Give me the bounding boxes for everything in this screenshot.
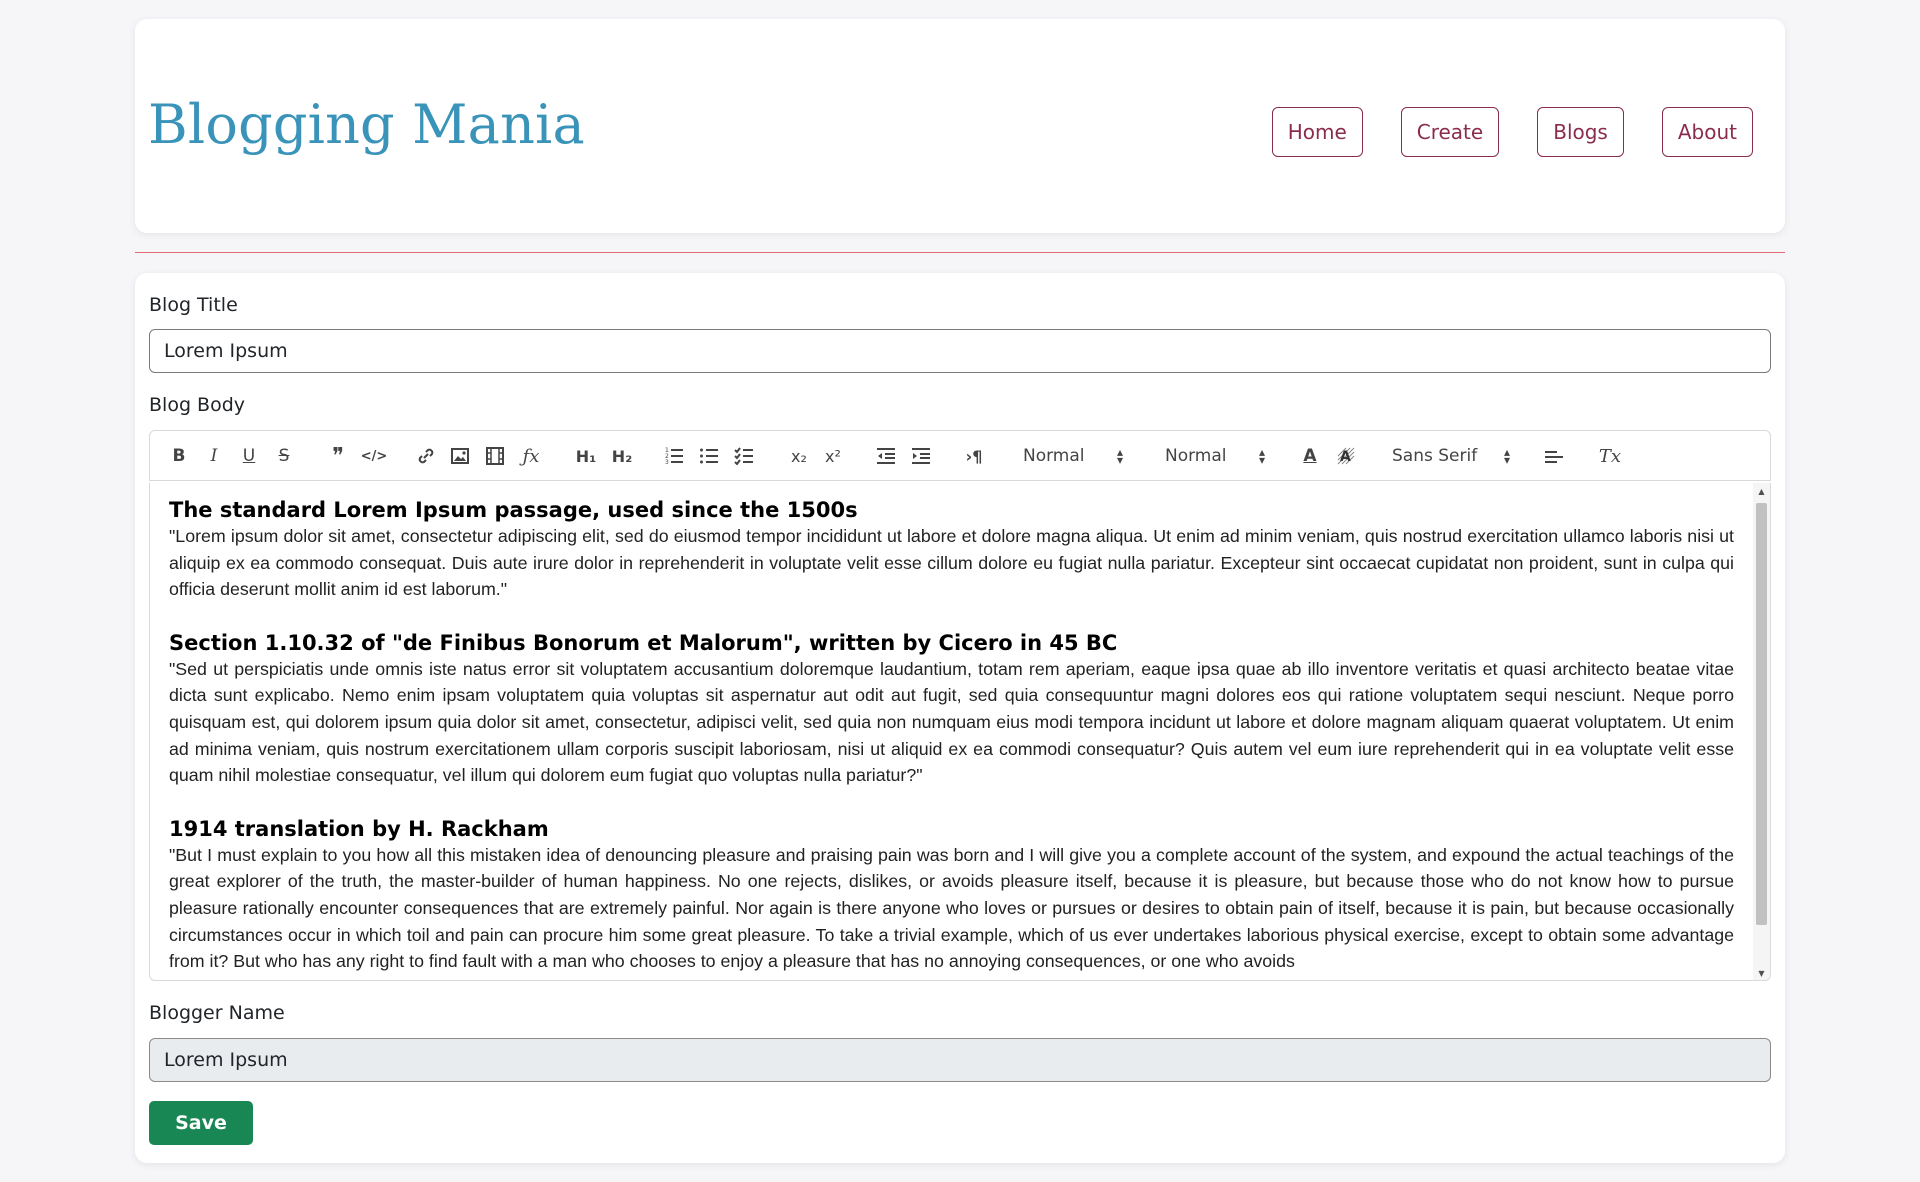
blog-title-input[interactable] <box>149 329 1771 373</box>
header-divider <box>135 252 1785 253</box>
strike-button[interactable]: S <box>273 443 295 469</box>
header-select[interactable]: Normal ▴ ▾ <box>1023 443 1133 469</box>
underline-button[interactable]: U <box>238 443 260 469</box>
image-icon <box>451 448 469 464</box>
indent-icon <box>912 448 930 464</box>
indent-button[interactable] <box>909 443 933 469</box>
nav-about-button[interactable]: About <box>1661 107 1753 157</box>
outdent-button[interactable] <box>874 443 898 469</box>
section-heading: Section 1.10.32 of "de Finibus Bonorum e… <box>169 630 1118 655</box>
outdent-icon <box>877 448 895 464</box>
align-button[interactable] <box>1542 443 1566 469</box>
brand-title: Blogging Mania <box>148 93 585 156</box>
italic-button[interactable]: I <box>203 443 225 469</box>
font-select[interactable]: Sans Serif ▴ ▾ <box>1392 443 1512 469</box>
background-color-icon: A <box>1337 447 1355 465</box>
blockquote-button[interactable]: ❞ <box>326 443 350 469</box>
header-select-value: Normal <box>1023 446 1085 466</box>
link-icon <box>418 448 434 464</box>
ordered-list-button[interactable]: 123 <box>662 443 686 469</box>
blog-body-editor[interactable]: The standard Lorem Ipsum passage, used s… <box>149 483 1771 981</box>
check-list-button[interactable] <box>732 443 756 469</box>
link-button[interactable] <box>414 443 438 469</box>
bullet-list-button[interactable] <box>697 443 721 469</box>
size-select-value: Normal <box>1165 446 1227 466</box>
section-paragraph: "But I must explain to you how all this … <box>169 844 1734 972</box>
align-left-icon <box>1545 451 1563 463</box>
bullet-list-icon <box>700 448 718 464</box>
code-block-button[interactable]: </> <box>361 443 388 469</box>
nav-blogs-button[interactable]: Blogs <box>1537 107 1624 157</box>
video-icon <box>486 447 504 465</box>
subscript-button[interactable]: x₂ <box>786 443 812 469</box>
blogger-name-input <box>149 1038 1771 1082</box>
editor-content[interactable]: The standard Lorem Ipsum passage, used s… <box>169 497 1734 980</box>
scroll-up-icon[interactable]: ▲ <box>1753 483 1770 499</box>
select-arrows-icon: ▴ ▾ <box>1504 445 1511 467</box>
text-color-button[interactable]: A <box>1298 443 1322 469</box>
direction-button[interactable]: ›¶ <box>962 443 986 469</box>
section-heading: 1914 translation by H. Rackham <box>169 816 549 841</box>
background-color-button[interactable]: A <box>1334 443 1358 469</box>
select-arrows-icon: ▴ ▾ <box>1117 445 1124 467</box>
image-button[interactable] <box>448 443 472 469</box>
bold-button[interactable]: B <box>168 443 190 469</box>
clean-format-button[interactable]: Tx <box>1596 443 1624 469</box>
blog-form: Blog Title Blog Body B I U S ❞ </> ƒx H₁… <box>135 273 1785 1163</box>
scroll-thumb[interactable] <box>1756 503 1767 925</box>
video-button[interactable] <box>483 443 507 469</box>
page: Blogging Mania Home Create Blogs About B… <box>0 0 1920 1182</box>
blog-title-label: Blog Title <box>149 294 238 316</box>
scroll-down-icon[interactable]: ▼ <box>1753 965 1770 980</box>
font-select-value: Sans Serif <box>1392 446 1478 466</box>
ordered-list-icon: 123 <box>665 447 683 465</box>
svg-text:3: 3 <box>665 459 669 465</box>
nav-home-button[interactable]: Home <box>1271 107 1363 157</box>
h2-button[interactable]: H₂ <box>608 443 636 469</box>
header: Blogging Mania Home Create Blogs About <box>135 19 1785 233</box>
nav-bar: Home Create Blogs About <box>1271 107 1753 157</box>
size-select[interactable]: Normal ▴ ▾ <box>1165 443 1275 469</box>
nav-create-button[interactable]: Create <box>1400 107 1500 157</box>
editor-toolbar: B I U S ❞ </> ƒx H₁ H₂ 123 x₂ x² ›¶ Norm… <box>149 430 1771 481</box>
select-arrows-icon: ▴ ▾ <box>1259 445 1266 467</box>
blog-body-label: Blog Body <box>149 394 246 416</box>
section-heading: The standard Lorem Ipsum passage, used s… <box>169 498 858 522</box>
check-list-icon <box>734 447 753 465</box>
save-button[interactable]: Save <box>149 1101 253 1145</box>
superscript-button[interactable]: x² <box>820 443 846 469</box>
section-paragraph: "Sed ut perspiciatis unde omnis iste nat… <box>169 658 1734 786</box>
blogger-name-label: Blogger Name <box>149 1002 285 1024</box>
formula-button[interactable]: ƒx <box>518 443 544 469</box>
section-paragraph: "Lorem ipsum dolor sit amet, consectetur… <box>169 526 1734 600</box>
editor-scrollbar[interactable]: ▲ ▼ <box>1753 483 1770 980</box>
h1-button[interactable]: H₁ <box>572 443 600 469</box>
svg-text:A: A <box>1340 449 1351 465</box>
